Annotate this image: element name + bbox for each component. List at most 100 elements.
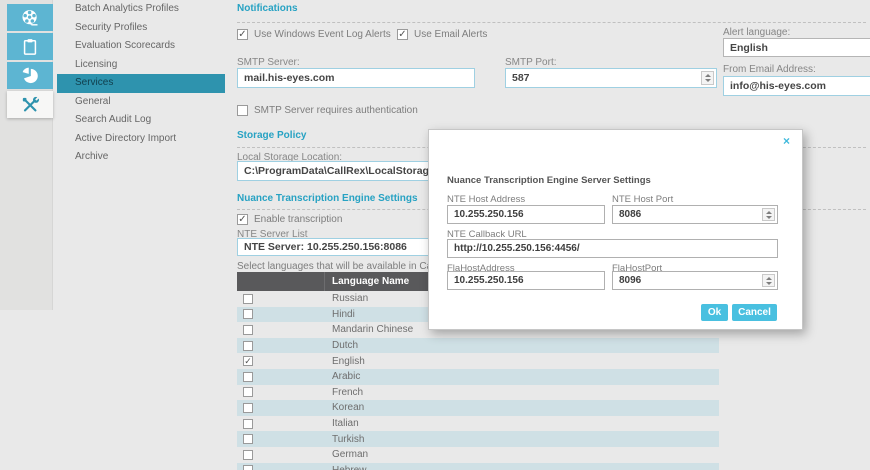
email-alerts-label: Use Email Alerts [414, 29, 487, 40]
nav-reports-button[interactable] [7, 62, 53, 89]
section-divider [237, 22, 866, 23]
close-icon[interactable]: × [783, 135, 790, 147]
language-row: German [237, 447, 719, 463]
settings-nav-item[interactable]: Services [57, 74, 225, 93]
language-checkbox[interactable] [243, 325, 253, 335]
cancel-button[interactable]: Cancel [732, 304, 777, 321]
storage-policy-heading: Storage Policy [237, 130, 306, 141]
settings-nav-item-label: Licensing [75, 59, 117, 70]
language-table-checkbox-column-header [237, 272, 325, 291]
language-row: Dutch [237, 338, 719, 354]
language-checkbox[interactable] [243, 309, 253, 319]
settings-nav: Batch Analytics Profiles Security Profil… [57, 0, 225, 167]
settings-nav-item[interactable]: Search Audit Log [57, 111, 225, 130]
nav-settings-button[interactable] [7, 91, 53, 118]
smtp-port-stepper[interactable] [701, 71, 714, 85]
alert-language-select[interactable]: English [723, 38, 870, 57]
language-row: French [237, 385, 719, 401]
fla-host-port-stepper[interactable] [762, 274, 775, 287]
nte-host-port-label: NTE Host Port [612, 194, 673, 205]
nte-settings-heading: Nuance Transcription Engine Settings [237, 193, 418, 204]
nte-host-port-value: 8086 [619, 209, 641, 220]
smtp-auth-label: SMTP Server requires authentication [254, 105, 418, 116]
from-email-input[interactable]: info@his-eyes.com [723, 76, 870, 96]
fla-host-port-input[interactable]: 8096 [612, 271, 778, 290]
settings-nav-item[interactable]: General [57, 93, 225, 112]
language-name: Hebrew [325, 465, 366, 470]
settings-nav-item-label: Batch Analytics Profiles [75, 3, 179, 14]
settings-nav-item-label: Evaluation Scorecards [75, 40, 175, 51]
stepper-up-icon[interactable] [766, 277, 772, 280]
select-languages-caption: Select languages that will be available … [237, 261, 454, 272]
language-row: Arabic [237, 369, 719, 385]
language-name: German [325, 449, 368, 460]
language-name: Arabic [325, 371, 360, 382]
alert-language-label: Alert language: [723, 27, 790, 38]
film-reel-icon [20, 8, 40, 28]
stepper-up-icon[interactable] [766, 211, 772, 214]
nte-host-address-input[interactable]: 10.255.250.156 [447, 205, 605, 224]
fla-host-address-input[interactable]: 10.255.250.156 [447, 271, 605, 290]
language-name: Hindi [325, 309, 355, 320]
language-name: Italian [325, 418, 359, 429]
windows-event-log-alerts-checkbox[interactable]: ✓ [237, 29, 248, 40]
stepper-up-icon[interactable] [705, 74, 711, 77]
language-row: Turkish [237, 431, 719, 447]
stepper-down-icon[interactable] [766, 282, 772, 285]
settings-nav-item-label: General [75, 96, 111, 107]
language-checkbox[interactable] [243, 403, 253, 413]
settings-nav-item[interactable]: Active Directory Import [57, 130, 225, 149]
language-checkbox[interactable] [243, 419, 253, 429]
language-name: Mandarin Chinese [325, 324, 413, 335]
language-name: Korean [325, 402, 364, 413]
stepper-down-icon[interactable] [766, 216, 772, 219]
language-checkbox[interactable] [243, 434, 253, 444]
settings-nav-item[interactable]: Archive [57, 148, 225, 167]
nav-recordings-button[interactable] [7, 4, 53, 31]
language-row: ✓ English [237, 353, 719, 369]
nte-host-port-stepper[interactable] [762, 208, 775, 221]
nte-host-port-input[interactable]: 8086 [612, 205, 778, 224]
language-checkbox[interactable] [243, 387, 253, 397]
language-checkbox[interactable] [243, 450, 253, 460]
settings-nav-item[interactable]: Evaluation Scorecards [57, 37, 225, 56]
pie-chart-icon [20, 66, 40, 86]
smtp-port-input[interactable]: 587 [505, 68, 717, 88]
ok-button[interactable]: Ok [701, 304, 728, 321]
enable-transcription-checkbox[interactable]: ✓ [237, 214, 248, 225]
settings-nav-item-label: Archive [75, 151, 108, 162]
settings-nav-item[interactable]: Security Profiles [57, 19, 225, 38]
dialog-title: Nuance Transcription Engine Server Setti… [447, 175, 651, 186]
windows-event-log-alerts-label: Use Windows Event Log Alerts [254, 29, 391, 40]
smtp-port-label: SMTP Port: [505, 57, 557, 68]
notifications-heading: Notifications [237, 3, 298, 14]
email-alerts-checkbox[interactable]: ✓ [397, 29, 408, 40]
nav-evaluations-button[interactable] [7, 33, 53, 60]
language-name: Turkish [325, 434, 364, 445]
language-name: Russian [325, 293, 368, 304]
icon-strip [0, 0, 53, 310]
language-checkbox[interactable] [243, 465, 253, 470]
language-checkbox[interactable]: ✓ [243, 356, 253, 366]
language-checkbox[interactable] [243, 294, 253, 304]
settings-nav-item[interactable]: Batch Analytics Profiles [57, 0, 225, 19]
nte-server-settings-dialog: × Nuance Transcription Engine Server Set… [428, 129, 803, 330]
language-checkbox[interactable] [243, 341, 253, 351]
settings-nav-item-label: Services [75, 77, 113, 88]
smtp-auth-checkbox[interactable] [237, 105, 248, 116]
language-name: Dutch [325, 340, 358, 351]
settings-nav-item-label: Active Directory Import [75, 133, 176, 144]
settings-nav-item-label: Search Audit Log [75, 114, 151, 125]
enable-transcription-label: Enable transcription [254, 214, 342, 225]
tools-icon [20, 95, 40, 115]
settings-nav-item[interactable]: Licensing [57, 56, 225, 75]
stepper-down-icon[interactable] [705, 79, 711, 82]
smtp-server-input[interactable]: mail.his-eyes.com [237, 68, 475, 88]
fla-host-port-value: 8096 [619, 275, 641, 286]
nte-callback-url-input[interactable]: http://10.255.250.156:4456/ [447, 239, 778, 258]
language-row: Hebrew [237, 463, 719, 470]
language-checkbox[interactable] [243, 372, 253, 382]
smtp-server-label: SMTP Server: [237, 57, 300, 68]
settings-nav-item-label: Security Profiles [75, 22, 147, 33]
from-email-label: From Email Address: [723, 64, 816, 75]
